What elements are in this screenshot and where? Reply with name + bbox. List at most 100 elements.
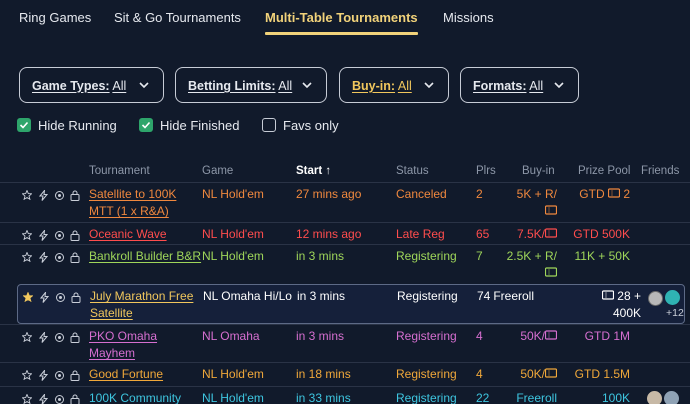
hide-finished-checkbox[interactable]: Hide Finished xyxy=(139,117,244,135)
target-icon xyxy=(55,231,64,240)
star-icon[interactable] xyxy=(23,292,33,302)
column-header-prize-pool[interactable]: Prize Pool xyxy=(578,165,630,177)
target-icon xyxy=(55,333,64,342)
table-row[interactable]: Bankroll Builder B&R NL Hold'em in 3 mins… xyxy=(0,244,690,284)
checkbox-checked-icon xyxy=(139,118,153,132)
more-friends-count[interactable]: +12 xyxy=(666,307,684,319)
tab-multi-table[interactable]: Multi-Table Tournaments xyxy=(265,10,418,25)
chevron-down-icon xyxy=(302,82,312,89)
table-row[interactable]: Satellite to 100K MTT (1 x R&A) NL Hold'e… xyxy=(0,182,690,222)
ticket-icon xyxy=(601,289,615,303)
hide-running-checkbox[interactable]: Hide Running xyxy=(17,117,122,135)
game-types-filter[interactable]: Game Types: All xyxy=(19,67,164,103)
tab-bar: Ring Games Sit & Go Tournaments Multi-Ta… xyxy=(0,0,690,36)
formats-filter[interactable]: Formats: All xyxy=(460,67,579,103)
friend-avatar[interactable] xyxy=(648,291,663,306)
prize-pool-cell: GTD 500K xyxy=(573,227,630,241)
table-row[interactable]: Good Fortune NL Hold'em in 18 mins Registe… xyxy=(0,362,690,386)
tournament-name[interactable]: 100K Community xyxy=(89,390,181,404)
checkbox-label: Hide Finished xyxy=(160,118,240,133)
status-cell: Canceled xyxy=(396,187,447,201)
players-cell: 4 xyxy=(476,367,483,381)
target-icon xyxy=(55,371,64,380)
friend-avatar[interactable] xyxy=(647,391,662,404)
star-icon[interactable] xyxy=(22,394,32,404)
chevron-down-icon xyxy=(424,82,434,89)
tournament-name[interactable]: Oceanic Wave xyxy=(89,226,167,243)
lock-icon xyxy=(70,394,80,404)
ticket-icon xyxy=(544,227,558,241)
star-icon[interactable] xyxy=(22,190,32,200)
ticket-icon xyxy=(544,329,558,343)
lock-icon xyxy=(70,370,80,381)
star-icon[interactable] xyxy=(22,252,32,262)
lightning-icon xyxy=(39,394,48,404)
prize-pool-cell: GTD 1.5M xyxy=(574,367,630,381)
start-cell: in 3 mins xyxy=(297,289,346,303)
buy-in-filter[interactable]: Buy-in: All xyxy=(339,67,449,103)
ticket-icon xyxy=(544,367,558,381)
betting-limits-filter[interactable]: Betting Limits: All xyxy=(175,67,327,103)
status-cell: Registering xyxy=(396,249,457,263)
tournament-name[interactable]: PKO Omaha Mayhem xyxy=(89,328,157,362)
players-cell: 2 xyxy=(476,187,483,201)
tournament-name[interactable]: Good Fortune xyxy=(89,366,163,383)
tournament-name[interactable]: Bankroll Builder B&R xyxy=(89,248,201,265)
table-row[interactable]: 100K Community NL Hold'em in 33 mins Regis… xyxy=(0,386,690,404)
star-icon[interactable] xyxy=(22,332,32,342)
target-icon xyxy=(55,395,64,404)
game-cell: NL Hold'em xyxy=(202,249,264,263)
friend-avatar[interactable] xyxy=(664,391,679,404)
row-actions xyxy=(22,332,82,346)
checkbox-unchecked-icon xyxy=(262,118,276,132)
tab-missions[interactable]: Missions xyxy=(443,10,494,25)
ticket-icon xyxy=(544,204,558,218)
table-row[interactable]: PKO Omaha Mayhem NL Omaha in 3 mins Registe… xyxy=(0,324,690,362)
players-cell: 7 xyxy=(476,249,483,263)
column-header-tournament[interactable]: Tournament xyxy=(89,165,150,177)
column-header-buy-in[interactable]: Buy-in xyxy=(522,165,555,177)
buy-in-cell: 5K + R/ xyxy=(517,186,558,220)
tab-ring-games[interactable]: Ring Games xyxy=(19,10,91,25)
target-icon xyxy=(55,191,64,200)
start-cell: in 33 mins xyxy=(296,391,351,404)
start-cell: in 18 mins xyxy=(296,367,351,381)
lock-icon xyxy=(70,252,80,263)
row-actions xyxy=(22,252,82,266)
players-cell: 22 xyxy=(476,391,490,404)
players-cell: 65 xyxy=(476,227,490,241)
tournament-name[interactable]: July Marathon Free Satellite xyxy=(90,288,193,322)
lightning-icon xyxy=(39,190,48,201)
tab-sit-go[interactable]: Sit & Go Tournaments xyxy=(114,10,241,25)
prize-pool-cell: 100K xyxy=(601,391,630,404)
friend-avatar[interactable] xyxy=(665,290,680,305)
table-row[interactable]: July Marathon Free Satellite NL Omaha Hi/… xyxy=(17,284,685,324)
lock-icon xyxy=(70,190,80,201)
start-cell: in 3 mins xyxy=(296,249,345,263)
lightning-icon xyxy=(39,332,48,343)
row-actions xyxy=(22,370,82,384)
column-header-start[interactable]: Start ↑ xyxy=(296,165,331,177)
column-header-game[interactable]: Game xyxy=(202,165,233,177)
buy-in-cell: Freeroll xyxy=(493,289,534,303)
star-icon[interactable] xyxy=(22,230,32,240)
lock-icon xyxy=(70,332,80,343)
column-header-status[interactable]: Status xyxy=(396,165,429,177)
status-cell: Registering xyxy=(397,289,458,303)
prize-pool-cell: GTD 2 xyxy=(579,187,630,201)
star-icon[interactable] xyxy=(22,370,32,380)
game-cell: NL Omaha Hi/Lo xyxy=(203,289,292,303)
table-row[interactable]: Oceanic Wave NL Hold'em 12 mins ago Late R… xyxy=(0,222,690,244)
prize-pool-cell: 28 +400K xyxy=(601,288,641,322)
tournament-name[interactable]: Satellite to 100K MTT (1 x R&A) xyxy=(89,186,176,220)
column-header-friends[interactable]: Friends xyxy=(641,165,679,177)
lightning-icon xyxy=(39,252,48,263)
lock-icon xyxy=(71,292,81,303)
prize-pool-cell: 11K + 50K xyxy=(574,249,631,263)
lightning-icon xyxy=(39,370,48,381)
favs-only-checkbox[interactable]: Favs only xyxy=(262,117,342,135)
column-header-plrs[interactable]: Plrs xyxy=(476,165,496,177)
row-actions xyxy=(22,230,82,244)
prize-pool-cell: GTD 1M xyxy=(584,329,630,343)
buy-in-cell: Freeroll xyxy=(516,391,557,404)
